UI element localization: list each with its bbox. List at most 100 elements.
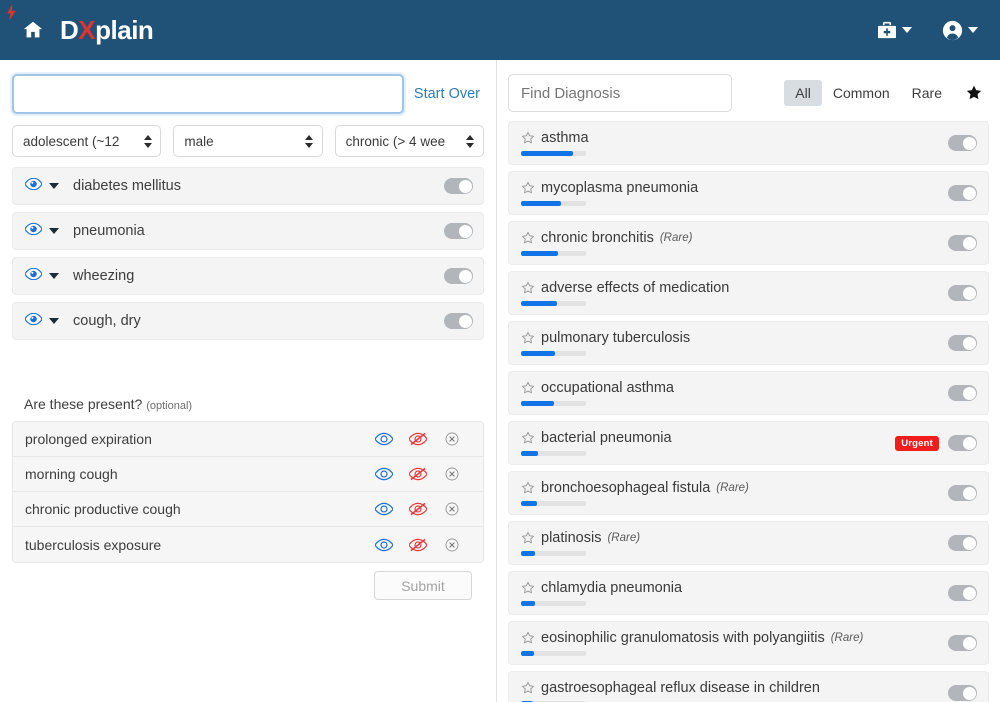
eye-icon[interactable] — [24, 312, 43, 330]
diagnosis-score-fill — [521, 651, 534, 656]
diagnosis-row[interactable]: chlamydia pneumonia — [508, 571, 989, 615]
star-outline-icon[interactable] — [521, 631, 535, 645]
diagnosis-row[interactable]: pulmonary tuberculosis — [508, 321, 989, 365]
diagnosis-toggle[interactable] — [948, 435, 977, 451]
finding-row[interactable]: diabetes mellitus — [12, 167, 484, 205]
finding-row[interactable]: pneumonia — [12, 212, 484, 250]
diagnosis-toggle[interactable] — [948, 635, 977, 651]
diagnosis-toggle[interactable] — [948, 135, 977, 151]
circle-x-icon — [445, 467, 459, 481]
user-account-icon — [942, 20, 963, 40]
dismiss-button[interactable] — [435, 432, 469, 446]
filter-rare-button[interactable]: Rare — [901, 80, 953, 106]
chevron-down-icon[interactable] — [49, 318, 59, 324]
star-outline-icon[interactable] — [521, 431, 535, 445]
star-outline-icon[interactable] — [521, 681, 535, 695]
mark-present-button[interactable] — [367, 502, 401, 516]
dismiss-button[interactable] — [435, 502, 469, 516]
suggested-finding-row[interactable]: chronic productive cough — [13, 492, 483, 527]
diagnosis-row[interactable]: chronic bronchitis (Rare) — [508, 221, 989, 265]
diagnosis-toggle[interactable] — [948, 335, 977, 351]
finding-toggle[interactable] — [444, 313, 473, 329]
eye-icon — [24, 222, 43, 236]
findings-panel: Start Over adolescent (~12 male chronic … — [0, 60, 497, 702]
eye-icon — [375, 538, 393, 551]
mark-absent-button[interactable] — [401, 538, 435, 552]
eye-icon[interactable] — [24, 177, 43, 195]
star-outline-icon[interactable] — [521, 281, 535, 295]
star-outline-icon[interactable] — [521, 131, 535, 145]
suggested-finding-row[interactable]: prolonged expiration — [13, 422, 483, 457]
favorites-filter-button[interactable] — [953, 82, 989, 104]
diagnosis-row[interactable]: mycoplasma pneumonia — [508, 171, 989, 215]
diagnosis-row[interactable]: eosinophilic granulomatosis with polyang… — [508, 621, 989, 665]
sex-select[interactable]: male — [173, 125, 323, 157]
mark-present-button[interactable] — [367, 467, 401, 481]
home-icon[interactable] — [22, 19, 44, 41]
diagnosis-row[interactable]: platinosis (Rare) — [508, 521, 989, 565]
diagnosis-row[interactable]: gastroesophageal reflux disease in child… — [508, 671, 989, 702]
star-outline-icon[interactable] — [521, 531, 535, 545]
diagnosis-toggle[interactable] — [948, 235, 977, 251]
select-arrows-icon — [143, 134, 152, 148]
diagnosis-main: gastroesophageal reflux disease in child… — [521, 680, 948, 702]
finding-row[interactable]: wheezing — [12, 257, 484, 295]
chevron-down-icon[interactable] — [49, 183, 59, 189]
chevron-down-icon[interactable] — [49, 228, 59, 234]
star-outline-icon[interactable] — [521, 181, 535, 195]
star-outline-icon[interactable] — [521, 331, 535, 345]
suggested-finding-row[interactable]: morning cough — [13, 457, 483, 492]
age-select[interactable]: adolescent (~12 — [12, 125, 162, 157]
diagnosis-row[interactable]: bronchoesophageal fistula (Rare) — [508, 471, 989, 515]
diagnosis-toggle[interactable] — [948, 535, 977, 551]
diagnosis-toggle[interactable] — [948, 385, 977, 401]
star-outline-icon[interactable] — [521, 481, 535, 495]
diagnosis-toggle[interactable] — [948, 485, 977, 501]
mark-present-button[interactable] — [367, 432, 401, 446]
finding-toggle[interactable] — [444, 223, 473, 239]
diagnosis-toggle[interactable] — [948, 685, 977, 701]
star-outline-icon[interactable] — [521, 381, 535, 395]
mark-absent-button[interactable] — [401, 432, 435, 446]
mark-absent-button[interactable] — [401, 502, 435, 516]
eye-icon[interactable] — [24, 222, 43, 240]
dismiss-button[interactable] — [435, 467, 469, 481]
star-outline-icon[interactable] — [521, 231, 535, 245]
diagnosis-row[interactable]: occupational asthma — [508, 371, 989, 415]
diagnosis-row[interactable]: bacterial pneumonia Urgent — [508, 421, 989, 465]
duration-select[interactable]: chronic (> 4 wee — [334, 125, 484, 157]
duration-select-value: chronic (> 4 wee — [345, 133, 446, 149]
filter-common-button[interactable]: Common — [822, 80, 901, 106]
diagnosis-toggle[interactable] — [948, 585, 977, 601]
diagnosis-score-bar — [521, 351, 586, 356]
finding-toggle[interactable] — [444, 178, 473, 194]
suggested-findings-list: prolonged expiration morning cough chronic… — [12, 421, 484, 563]
eye-slash-icon — [409, 538, 427, 551]
star-outline-icon[interactable] — [521, 581, 535, 595]
mark-present-button[interactable] — [367, 538, 401, 552]
mark-absent-button[interactable] — [401, 467, 435, 481]
dismiss-button[interactable] — [435, 538, 469, 552]
finding-toggle[interactable] — [444, 268, 473, 284]
find-diagnosis-input[interactable] — [508, 74, 732, 112]
diagnosis-row[interactable]: adverse effects of medication — [508, 271, 989, 315]
select-arrows-icon — [305, 134, 314, 148]
diagnosis-toggle[interactable] — [948, 185, 977, 201]
submit-button[interactable]: Submit — [374, 571, 472, 600]
case-menu-button[interactable] — [877, 21, 912, 39]
finding-search-input[interactable] — [12, 74, 404, 114]
logo-word-plain: plain — [95, 14, 154, 45]
diagnosis-toggle[interactable] — [948, 285, 977, 301]
diagnosis-title-line: bacterial pneumonia — [521, 430, 895, 446]
filter-all-button[interactable]: All — [784, 80, 822, 106]
diagnosis-name: mycoplasma pneumonia — [541, 180, 699, 196]
eye-icon[interactable] — [24, 267, 43, 285]
chevron-down-icon[interactable] — [49, 273, 59, 279]
diagnosis-row[interactable]: asthma — [508, 121, 989, 165]
suggested-finding-row[interactable]: tuberculosis exposure — [13, 527, 483, 562]
start-over-button[interactable]: Start Over — [414, 86, 484, 102]
app-logo[interactable]: D X plain — [7, 4, 154, 46]
present-section-title: Are these present? — [24, 396, 143, 412]
finding-row[interactable]: cough, dry — [12, 302, 484, 340]
account-menu-button[interactable] — [942, 20, 978, 41]
